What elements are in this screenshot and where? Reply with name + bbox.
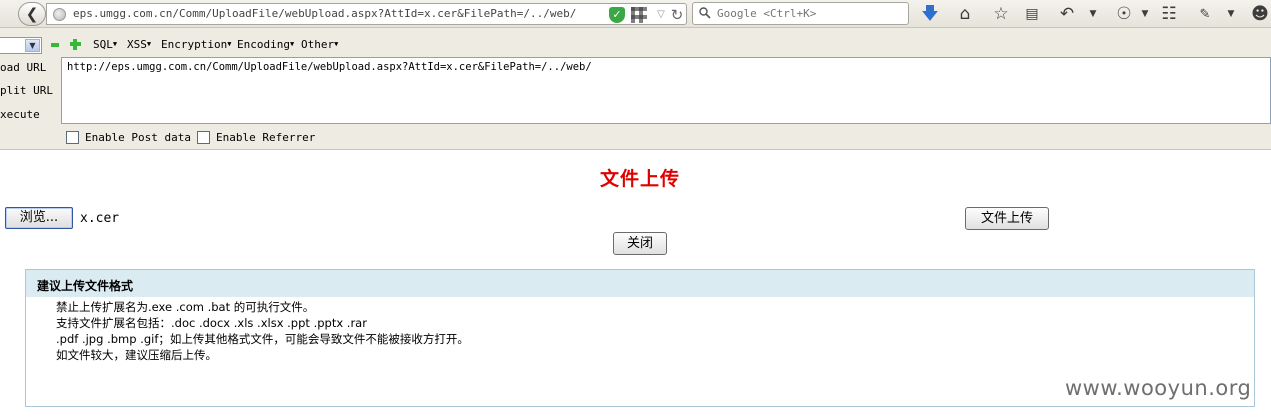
tips-line: 禁止上传扩展名为.exe .com .bat 的可执行文件。: [56, 300, 315, 314]
undo-dropdown-icon[interactable]: ▼: [1082, 3, 1104, 25]
home-icon[interactable]: ⌂: [954, 3, 976, 25]
menu-encoding[interactable]: Encoding▼: [237, 38, 294, 51]
hackbar-select[interactable]: ▼: [0, 37, 42, 54]
web-developer-icon[interactable]: ☷: [1158, 3, 1180, 25]
menu-xss[interactable]: XSS▼: [127, 38, 151, 51]
menu-sql[interactable]: SQL▼: [93, 38, 117, 51]
reload-icon[interactable]: ↻: [669, 7, 685, 23]
search-bar[interactable]: [692, 2, 909, 25]
minus-icon[interactable]: [51, 43, 59, 47]
shield-icon[interactable]: ✓: [609, 7, 625, 23]
tips-line: 支持文件扩展名包括：.doc .docx .xls .xlsx .ppt .pp…: [56, 316, 367, 330]
plus-icon[interactable]: [70, 39, 81, 50]
plugin-icon[interactable]: ✎: [1194, 3, 1216, 25]
history-dropdown-icon[interactable]: ▽: [653, 7, 669, 23]
url-textarea[interactable]: http://eps.umgg.com.cn/Comm/UploadFile/w…: [61, 57, 1271, 124]
bookmark-star-icon[interactable]: ☆: [990, 3, 1012, 25]
enable-post-label: Enable Post data: [85, 131, 191, 144]
addon-icon[interactable]: ☉: [1113, 3, 1135, 25]
tips-header: 建议上传文件格式: [26, 270, 1254, 297]
addon-dropdown-icon[interactable]: ▼: [1134, 3, 1156, 25]
page-title: 文件上传: [599, 168, 680, 190]
execute-button[interactable]: xecute: [0, 108, 40, 121]
tips-line: 如文件较大，建议压缩后上传。: [56, 348, 217, 362]
checkbox-box[interactable]: [66, 131, 79, 144]
load-url-button[interactable]: oad URL: [0, 61, 46, 74]
browse-button[interactable]: 浏览...: [5, 207, 73, 229]
hackbar-panel: ▼ SQL▼ XSS▼ Encryption▼ Encoding▼ Other▼…: [0, 28, 1271, 150]
menu-other[interactable]: Other▼: [301, 38, 338, 51]
selected-file-name: x.cer: [80, 211, 120, 226]
search-icon: [699, 7, 711, 19]
split-url-button[interactable]: plit URL: [0, 84, 53, 97]
undo-icon[interactable]: ↶: [1056, 3, 1078, 25]
chat-icon[interactable]: ☻: [1249, 3, 1271, 25]
reading-list-icon[interactable]: ▤: [1021, 3, 1043, 25]
globe-icon: [53, 8, 66, 21]
tips-title: 建议上传文件格式: [37, 279, 134, 293]
browser-toolbar: ❮ eps.umgg.com.cn/Comm/UploadFile/webUpl…: [0, 0, 1271, 28]
menu-encryption[interactable]: Encryption▼: [161, 38, 231, 51]
qr-code-icon[interactable]: [631, 7, 647, 23]
enable-referrer-checkbox[interactable]: Enable Referrer: [197, 131, 315, 144]
plugin-dropdown-icon[interactable]: ▼: [1220, 3, 1242, 25]
search-input[interactable]: [717, 5, 902, 22]
download-icon[interactable]: 🡇: [919, 3, 941, 25]
address-bar[interactable]: eps.umgg.com.cn/Comm/UploadFile/webUploa…: [46, 3, 687, 25]
enable-post-checkbox[interactable]: Enable Post data: [66, 131, 191, 144]
back-arrow-icon[interactable]: ❮: [18, 2, 46, 26]
enable-referrer-label: Enable Referrer: [216, 131, 316, 144]
tips-line: .pdf .jpg .bmp .gif；如上传其他格式文件，可能会导致文件不能被…: [56, 332, 469, 346]
watermark: www.wooyun.org: [1065, 376, 1252, 400]
upload-button[interactable]: 文件上传: [965, 207, 1049, 230]
address-bar-url[interactable]: eps.umgg.com.cn/Comm/UploadFile/webUploa…: [73, 7, 576, 20]
checkbox-box[interactable]: [197, 131, 210, 144]
chevron-down-icon[interactable]: ▼: [25, 39, 40, 52]
close-button[interactable]: 关闭: [613, 232, 667, 255]
